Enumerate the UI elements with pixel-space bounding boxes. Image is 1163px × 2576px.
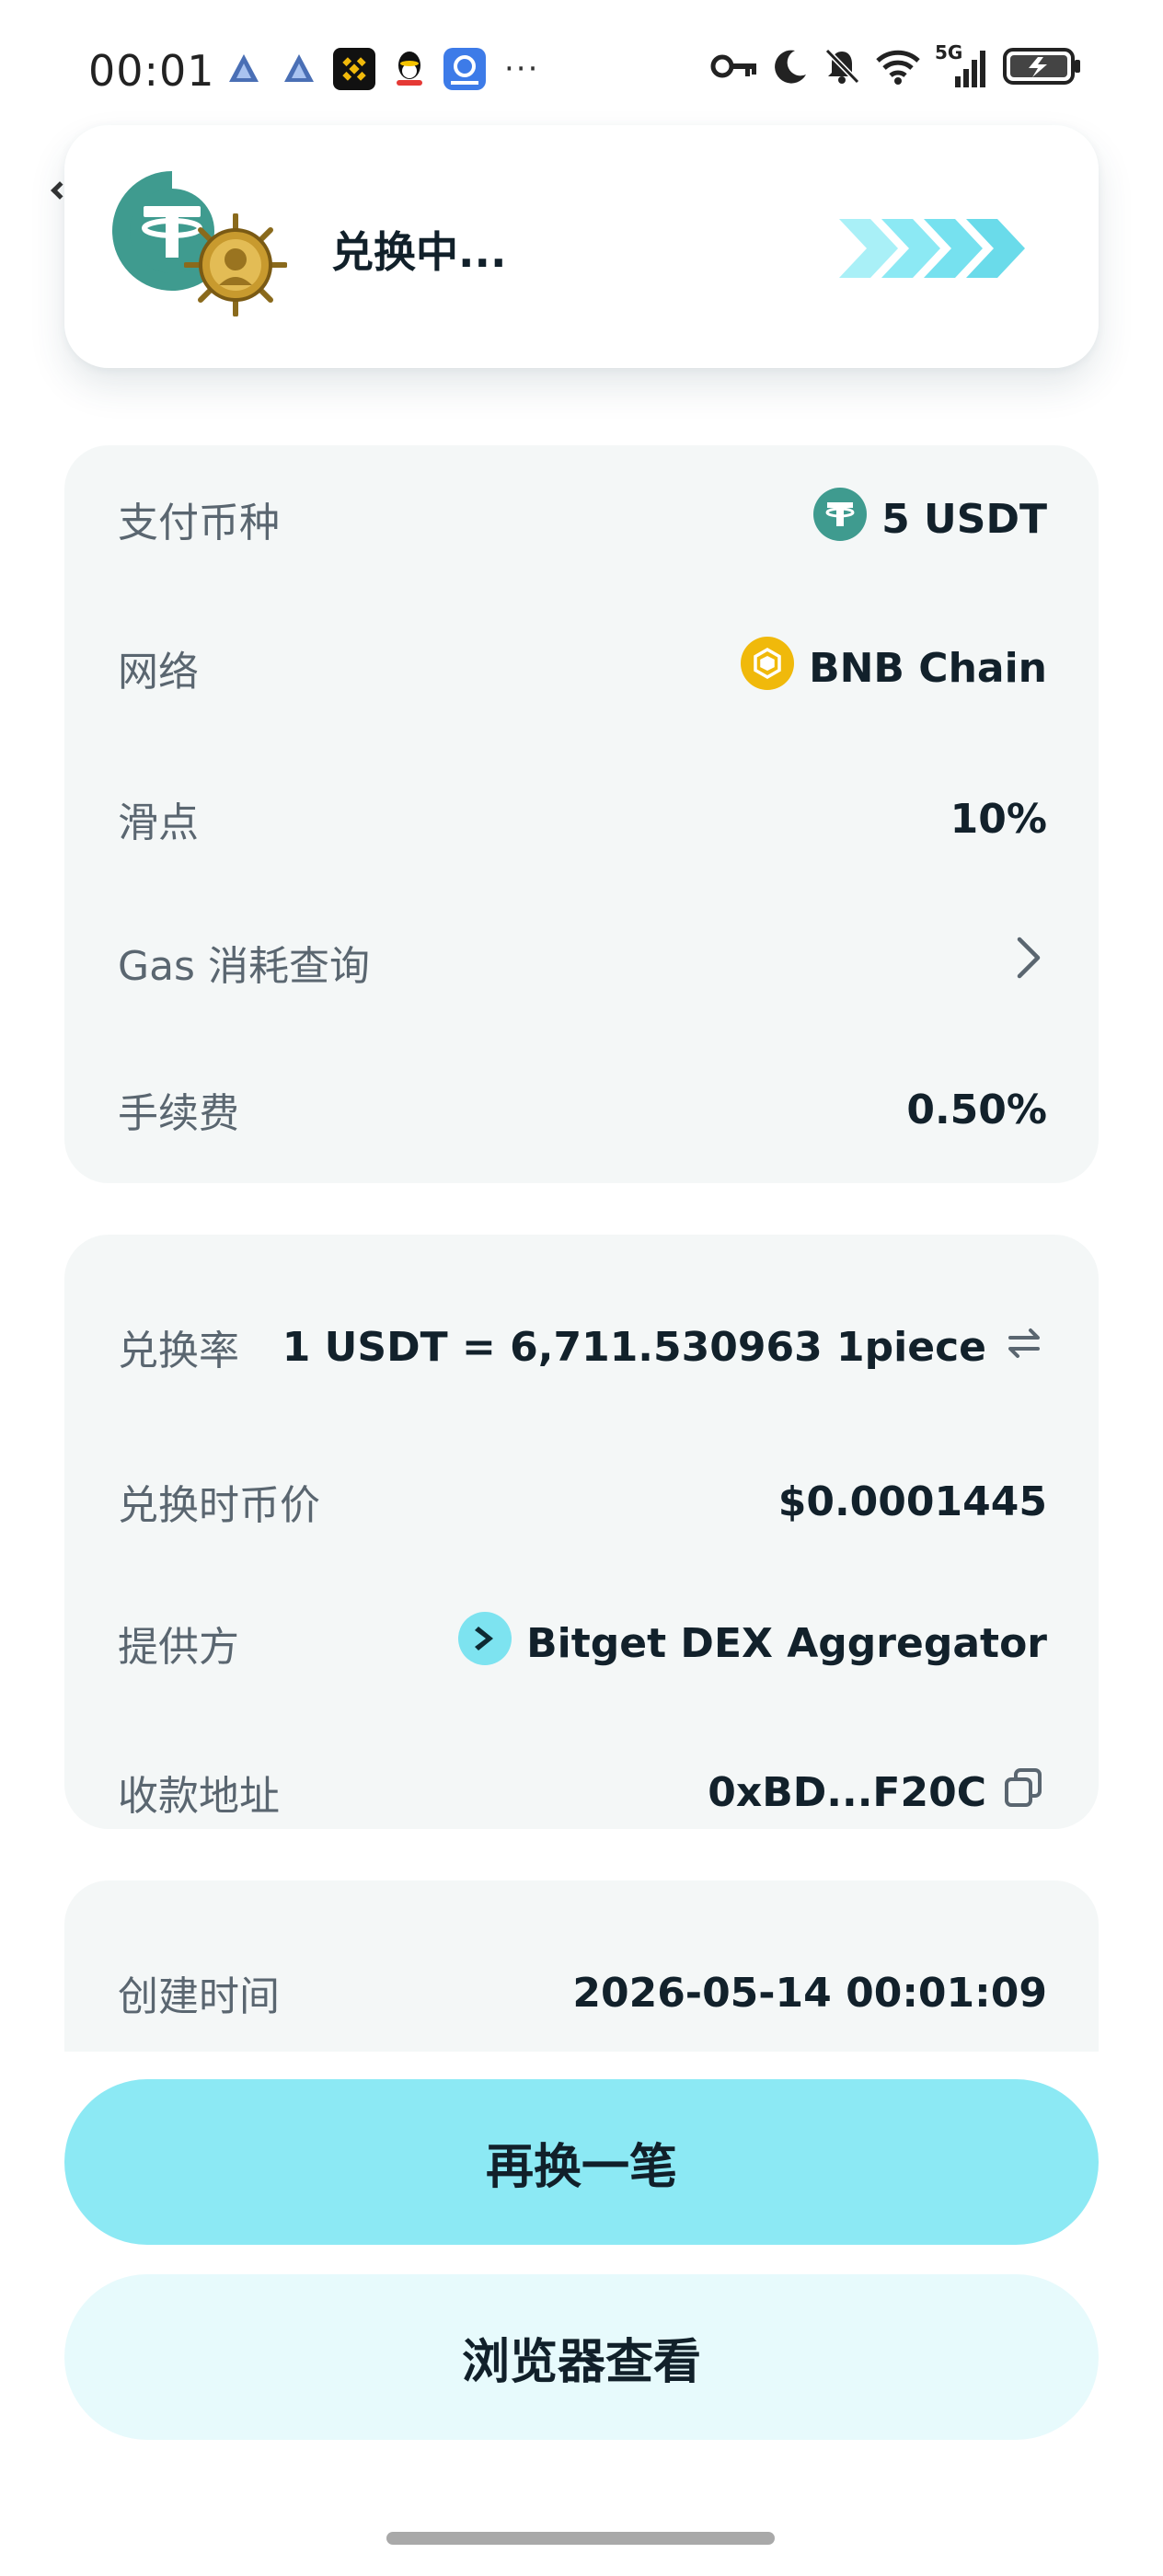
system-icons: 5G	[710, 41, 1082, 90]
slippage-label: 滑点	[118, 799, 199, 846]
provider-row: 提供方 Bitget DEX Aggregator	[118, 1606, 1047, 1680]
bell-muted-icon	[823, 47, 861, 89]
receiving-address-row: 收款地址 0xBD...F20C	[118, 1755, 1047, 1829]
bnb-icon	[741, 636, 795, 700]
slippage-row: 滑点 10%	[118, 782, 1047, 856]
gas-query-label: Gas 消耗查询	[118, 943, 370, 990]
pay-coin-label: 支付币种	[118, 500, 280, 546]
receiving-address-text: 0xBD...F20C	[708, 1768, 986, 1816]
slippage-value: 10%	[950, 795, 1047, 843]
network-row: 网络 BNB Chain	[118, 631, 1047, 705]
view-in-browser-button[interactable]: 浏览器查看	[64, 2274, 1099, 2440]
network-name: BNB Chain	[809, 644, 1047, 692]
cellular-signal-icon: 5G	[935, 41, 990, 87]
wifi-icon	[874, 48, 922, 88]
fee-row: 手续费 0.50%	[118, 1073, 1047, 1146]
gas-query-row[interactable]: Gas 消耗查询	[118, 926, 1047, 999]
gas-query-action[interactable]	[1010, 936, 1047, 990]
key-icon	[710, 52, 758, 84]
1piece-coin-icon	[183, 213, 288, 317]
price-at-swap-label: 兑换时币价	[118, 1482, 320, 1529]
notification-icons: ···	[223, 48, 539, 90]
created-time-value: 2026-05-14 00:01:09	[572, 1969, 1047, 2017]
mountain-app-icon	[223, 48, 265, 90]
pay-coin-amount: 5 USDT	[881, 495, 1047, 543]
status-time: 00:01	[88, 46, 215, 96]
copy-icon[interactable]	[1001, 1765, 1047, 1821]
fee-label: 手续费	[118, 1090, 239, 1137]
provider-label: 提供方	[118, 1624, 239, 1671]
provider-value: Bitget DEX Aggregator	[458, 1611, 1047, 1675]
more-notifications-icon: ···	[504, 51, 540, 87]
mountain-app-icon-2	[278, 48, 320, 90]
exchange-rate-label: 兑换率	[118, 1328, 239, 1374]
network-type-label: 5G	[935, 41, 963, 63]
tool-app-icon	[443, 48, 486, 90]
swap-icon[interactable]	[1001, 1319, 1047, 1375]
price-at-swap-row: 兑换时币价 $0.0001445	[118, 1465, 1047, 1538]
receiving-address-value: 0xBD...F20C	[708, 1765, 1047, 1821]
receiving-address-label: 收款地址	[118, 1773, 280, 1820]
payment-details-card: 支付币种 5 USDT 网络 BNB Chain 滑点 10% Gas 消耗查询	[64, 445, 1099, 1183]
battery-icon	[1003, 46, 1082, 90]
price-at-swap-value: $0.0001445	[777, 1478, 1047, 1525]
fee-value: 0.50%	[906, 1086, 1047, 1133]
moon-icon	[771, 47, 810, 89]
usdt-icon	[813, 487, 868, 551]
pay-coin-row: 支付币种 5 USDT	[118, 482, 1047, 556]
created-time-row: 创建时间 2026-05-14 00:01:09	[118, 1956, 1047, 2030]
provider-name: Bitget DEX Aggregator	[526, 1619, 1047, 1667]
swapping-toast: 兑换中...	[64, 125, 1099, 368]
network-value: BNB Chain	[741, 636, 1047, 700]
exchange-rate-row: 兑换率 1 USDT = 6,711.530963 1piece	[118, 1310, 1047, 1384]
created-time-label: 创建时间	[118, 1973, 280, 2020]
rate-details-card: 兑换率 1 USDT = 6,711.530963 1piece 兑换时币价 $…	[64, 1235, 1099, 1829]
pay-coin-value: 5 USDT	[813, 487, 1047, 551]
network-label: 网络	[118, 649, 199, 696]
chevron-right-icon[interactable]	[1010, 936, 1047, 990]
exchange-rate-text: 1 USDT = 6,711.530963 1piece	[282, 1323, 986, 1371]
progress-chevrons-icon	[839, 212, 1032, 285]
toast-title: 兑换中...	[331, 227, 507, 277]
status-bar: 00:01 ··· 5G	[0, 0, 1163, 138]
exchange-rate-value: 1 USDT = 6,711.530963 1piece	[282, 1319, 1047, 1375]
home-indicator[interactable]	[386, 2532, 775, 2545]
binance-app-icon	[333, 48, 375, 90]
swap-again-button[interactable]: 再换一笔	[64, 2079, 1099, 2245]
qq-app-icon	[388, 48, 431, 90]
bitget-icon	[458, 1611, 512, 1675]
time-details-card: 创建时间 2026-05-14 00:01:09	[64, 1880, 1099, 2052]
